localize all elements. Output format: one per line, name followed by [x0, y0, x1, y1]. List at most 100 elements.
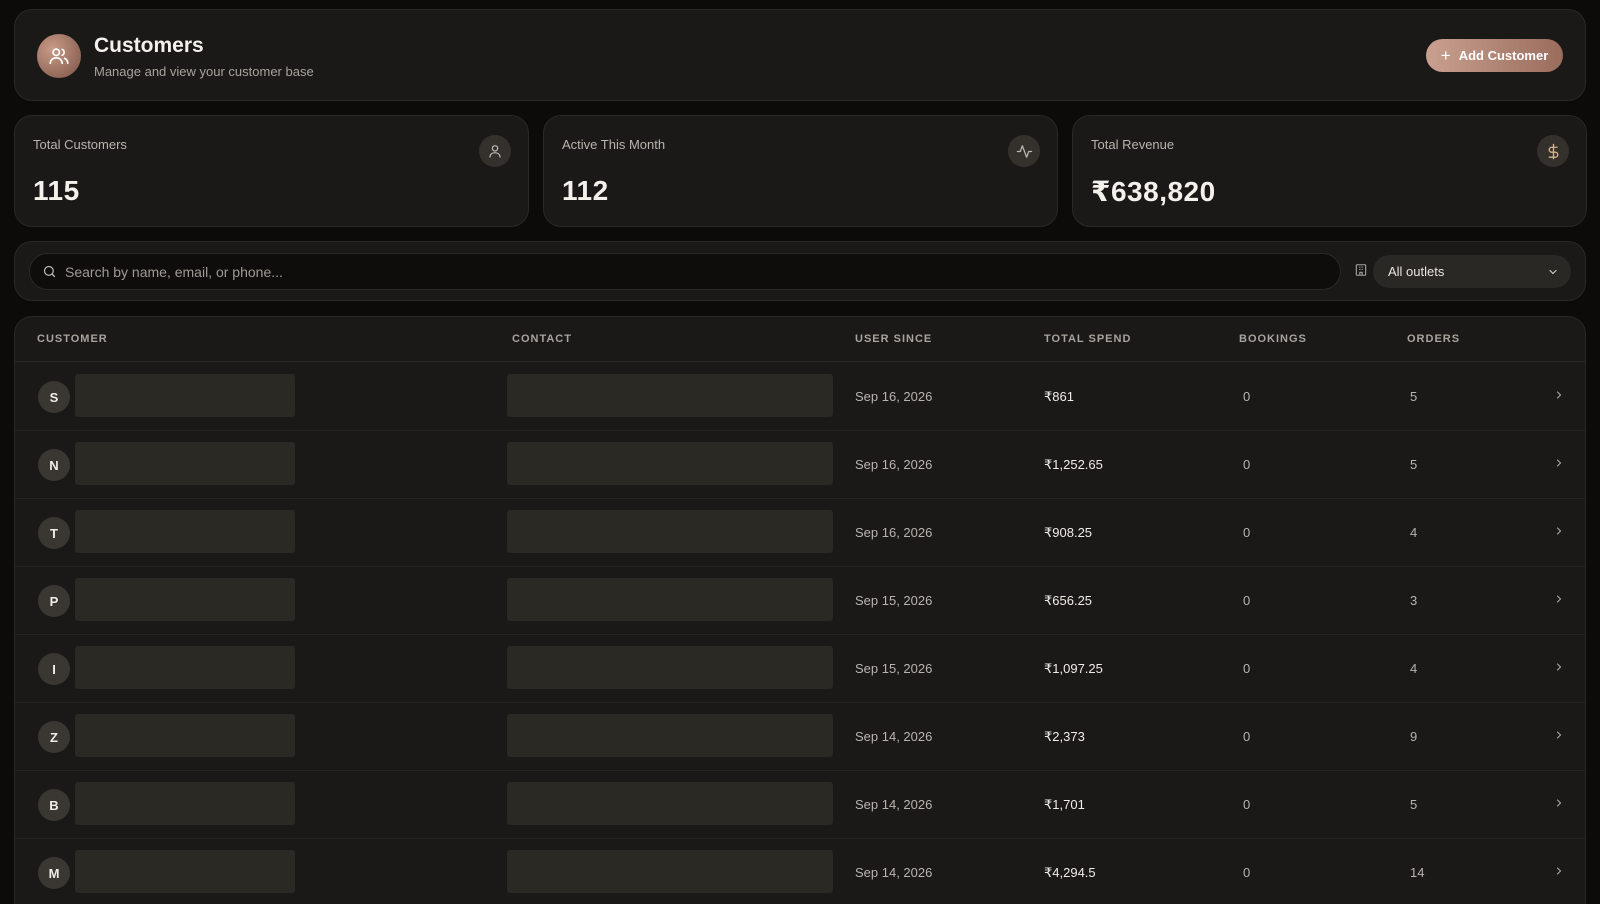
- bookings-count: 0: [1243, 661, 1251, 676]
- user-since: Sep 16, 2026: [855, 389, 933, 404]
- user-since: Sep 14, 2026: [855, 865, 933, 880]
- customer-initial-avatar: M: [38, 857, 70, 889]
- total-spend: ₹2,373: [1044, 729, 1085, 744]
- contact-placeholder: [507, 578, 833, 621]
- orders-count: 14: [1410, 865, 1425, 880]
- contact-placeholder: [507, 646, 833, 689]
- orders-count: 3: [1410, 593, 1418, 608]
- search-input[interactable]: [65, 263, 1265, 280]
- outlet-select[interactable]: All outlets: [1373, 255, 1571, 288]
- page-header: Customers Manage and view your customer …: [14, 9, 1586, 101]
- user-since: Sep 16, 2026: [855, 457, 933, 472]
- contact-placeholder: [507, 714, 833, 757]
- column-header-customer[interactable]: CUSTOMER: [37, 333, 108, 345]
- customers-avatar: [37, 34, 81, 78]
- bookings-count: 0: [1243, 797, 1251, 812]
- page-subtitle: Manage and view your customer base: [94, 64, 314, 79]
- stat-label: Active This Month: [562, 137, 666, 152]
- search-icon: [42, 264, 57, 279]
- activity-icon: [1008, 135, 1040, 167]
- chevron-down-icon: [1549, 269, 1557, 274]
- search-box[interactable]: [29, 253, 1341, 290]
- customer-initial-avatar: P: [38, 585, 70, 617]
- page-title: Customers: [94, 34, 204, 57]
- contact-placeholder: [507, 442, 833, 485]
- customer-name-placeholder: [75, 850, 295, 893]
- total-spend: ₹4,294.5: [1044, 865, 1096, 880]
- contact-placeholder: [507, 850, 833, 893]
- user-since: Sep 15, 2026: [855, 661, 933, 676]
- bookings-count: 0: [1243, 525, 1251, 540]
- outlet-select-value: All outlets: [1388, 264, 1445, 279]
- bookings-count: 0: [1243, 729, 1251, 744]
- contact-placeholder: [507, 374, 833, 417]
- total-spend: ₹908.25: [1044, 525, 1093, 540]
- total-spend: ₹1,701: [1044, 797, 1085, 812]
- column-header-contact[interactable]: CONTACT: [512, 333, 572, 345]
- add-customer-button[interactable]: + Add Customer: [1426, 39, 1563, 72]
- customer-initial-avatar: I: [38, 653, 70, 685]
- stat-value: ₹638,820: [1091, 176, 1216, 207]
- table-row[interactable]: I Sep 15, 2026 ₹1,097.25 0 4: [15, 634, 1585, 703]
- table-row[interactable]: N Sep 16, 2026 ₹1,252.65 0 5: [15, 430, 1585, 499]
- table-row[interactable]: T Sep 16, 2026 ₹908.25 0 4: [15, 498, 1585, 567]
- table-row[interactable]: M Sep 14, 2026 ₹4,294.5 0 14: [15, 838, 1585, 904]
- bookings-count: 0: [1243, 865, 1251, 880]
- stat-total-customers: Total Customers 115: [14, 115, 529, 227]
- stat-value: 115: [33, 175, 80, 206]
- chevron-right-icon[interactable]: [1553, 593, 1565, 605]
- dollar-icon: [1537, 135, 1569, 167]
- stat-label: Total Revenue: [1091, 137, 1175, 152]
- stat-label: Total Customers: [33, 137, 127, 152]
- filter-bar: All outlets: [14, 241, 1586, 301]
- contact-placeholder: [507, 782, 833, 825]
- user-since: Sep 14, 2026: [855, 797, 933, 812]
- users-icon: [49, 48, 69, 65]
- total-spend: ₹861: [1044, 389, 1074, 404]
- total-spend: ₹1,097.25: [1044, 661, 1103, 676]
- customer-initial-avatar: Z: [38, 721, 70, 753]
- customer-name-placeholder: [75, 510, 295, 553]
- table-header: CUSTOMER CONTACT USER SINCE TOTAL SPEND …: [15, 317, 1585, 362]
- column-header-user-since[interactable]: USER SINCE: [855, 333, 932, 345]
- chevron-right-icon[interactable]: [1553, 457, 1565, 469]
- customer-initial-avatar: B: [38, 789, 70, 821]
- bookings-count: 0: [1243, 389, 1251, 404]
- table-row[interactable]: B Sep 14, 2026 ₹1,701 0 5: [15, 770, 1585, 839]
- chevron-right-icon[interactable]: [1553, 729, 1565, 741]
- customer-initial-avatar: S: [38, 381, 70, 413]
- customer-initial-avatar: T: [38, 517, 70, 549]
- column-header-total-spend[interactable]: TOTAL SPEND: [1044, 333, 1131, 345]
- chevron-right-icon[interactable]: [1553, 797, 1565, 809]
- bookings-count: 0: [1243, 457, 1251, 472]
- contact-placeholder: [507, 510, 833, 553]
- customer-initial-avatar: N: [38, 449, 70, 481]
- table-row[interactable]: S Sep 16, 2026 ₹861 0 5: [15, 362, 1585, 431]
- user-since: Sep 14, 2026: [855, 729, 933, 744]
- chevron-right-icon[interactable]: [1553, 389, 1565, 401]
- chevron-right-icon[interactable]: [1553, 865, 1565, 877]
- user-icon: [479, 135, 511, 167]
- table-row[interactable]: P Sep 15, 2026 ₹656.25 0 3: [15, 566, 1585, 635]
- orders-count: 4: [1410, 661, 1418, 676]
- plus-icon: +: [1440, 46, 1451, 65]
- orders-count: 5: [1410, 457, 1418, 472]
- stat-active-month: Active This Month 112: [543, 115, 1058, 227]
- table-row[interactable]: Z Sep 14, 2026 ₹2,373 0 9: [15, 702, 1585, 771]
- total-spend: ₹1,252.65: [1044, 457, 1103, 472]
- store-icon: [1354, 263, 1368, 277]
- column-header-bookings[interactable]: BOOKINGS: [1239, 333, 1307, 345]
- customer-name-placeholder: [75, 714, 295, 757]
- column-header-orders[interactable]: ORDERS: [1407, 333, 1460, 345]
- chevron-right-icon[interactable]: [1553, 525, 1565, 537]
- stat-value: 112: [562, 175, 609, 206]
- bookings-count: 0: [1243, 593, 1251, 608]
- customer-name-placeholder: [75, 578, 295, 621]
- chevron-right-icon[interactable]: [1553, 661, 1565, 673]
- customers-table: CUSTOMER CONTACT USER SINCE TOTAL SPEND …: [14, 316, 1586, 904]
- orders-count: 9: [1410, 729, 1418, 744]
- customer-name-placeholder: [75, 442, 295, 485]
- orders-count: 4: [1410, 525, 1418, 540]
- customer-name-placeholder: [75, 374, 295, 417]
- customer-name-placeholder: [75, 782, 295, 825]
